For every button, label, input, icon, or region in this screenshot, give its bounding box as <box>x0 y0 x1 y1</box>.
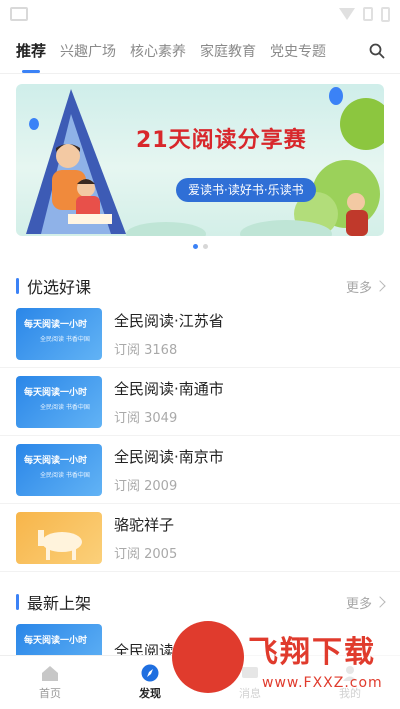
status-icons <box>339 6 390 22</box>
more-label: 更多 <box>345 280 372 296</box>
banner-subtitle: 爱读书·读好书·乐读书 <box>176 178 316 202</box>
course-title: 全民阅读·江苏省 <box>114 311 224 330</box>
nav-home[interactable]: 首页 <box>0 656 100 709</box>
tab-recommend[interactable]: 推荐 <box>16 40 46 73</box>
course-thumbnail <box>16 511 102 564</box>
tab-party-history[interactable]: 党史专题 <box>270 41 326 61</box>
chevron-right-icon <box>374 280 386 292</box>
course-item[interactable]: 每天阅读一小时 全民阅读 书香中国 全民阅读·江苏省 订阅 3168 <box>0 300 400 368</box>
featured-section-title: 优选好课 <box>16 274 91 298</box>
thumbnail-subtitle: 全民阅读 书香中国 <box>40 403 90 411</box>
status-bar <box>0 0 400 28</box>
notification-icon <box>10 7 28 21</box>
compass-icon <box>141 664 159 682</box>
latest-section-title: 最新上架 <box>16 590 91 614</box>
signal-icon <box>363 7 373 21</box>
banner-illustration <box>26 87 384 236</box>
section-accent-bar <box>16 594 19 610</box>
search-icon[interactable] <box>368 42 386 60</box>
carousel-dot-active <box>192 244 198 249</box>
thumbnail-title: 每天阅读一小时 <box>24 455 88 466</box>
featured-more-link[interactable]: 更多 <box>345 277 386 296</box>
course-item[interactable]: 每天阅读一小时 全民阅读 书香中国 全民阅读·南通市 订阅 3049 <box>0 368 400 436</box>
course-title: 全民阅读·南京市 <box>114 447 224 466</box>
category-tabs: 推荐 兴趣广场 核心素养 家庭教育 党史专题 <box>0 28 400 74</box>
battery-icon <box>381 6 390 22</box>
course-subscriptions: 订阅 2005 <box>114 546 178 562</box>
course-subscriptions: 订阅 3168 <box>114 342 178 358</box>
promo-banner[interactable]: 21天阅读分享赛 爱读书·读好书·乐读书 <box>16 84 384 236</box>
thumbnail-subtitle: 全民阅读 书香中国 <box>40 335 90 343</box>
watermark: 飞翔下载 www.FXXZ.com <box>172 613 400 709</box>
thumbnail-title: 每天阅读一小时 <box>24 319 88 330</box>
course-item[interactable]: 每天阅读一小时 全民阅读 书香中国 全民阅读·南京市 订阅 2009 <box>0 436 400 504</box>
thumbnail-title: 每天阅读一小时 <box>24 636 88 646</box>
wifi-icon <box>339 8 355 20</box>
course-thumbnail: 每天阅读一小时 全民阅读 书香中国 <box>16 443 102 496</box>
tab-core-literacy[interactable]: 核心素养 <box>130 41 186 61</box>
nav-label: 发现 <box>139 687 161 700</box>
course-title: 骆驼祥子 <box>114 515 175 534</box>
carousel-indicator <box>0 244 400 250</box>
thumbnail-subtitle: 全民阅读 书香中国 <box>40 471 90 479</box>
featured-section-header: 优选好课 更多 <box>0 272 400 300</box>
course-title: 全民阅读·南通市 <box>114 379 224 398</box>
tab-interest-square[interactable]: 兴趣广场 <box>60 41 116 61</box>
thumbnail-title: 每天阅读一小时 <box>24 387 88 398</box>
chevron-right-icon <box>374 596 386 608</box>
section-title-text: 最新上架 <box>27 594 92 613</box>
watermark-logo-icon <box>172 621 244 693</box>
course-thumbnail: 每天阅读一小时 全民阅读 书香中国 <box>16 375 102 428</box>
course-item[interactable]: 骆驼祥子 订阅 2005 <box>0 504 400 572</box>
tab-family-education[interactable]: 家庭教育 <box>200 41 256 61</box>
latest-more-link[interactable]: 更多 <box>345 593 386 612</box>
camel-illustration <box>38 529 82 560</box>
banner-title: 21天阅读分享赛 <box>136 128 307 153</box>
course-subscriptions: 订阅 2009 <box>114 478 178 494</box>
watermark-text: 飞翔下载 <box>248 635 376 670</box>
course-subscriptions: 订阅 3049 <box>114 410 178 426</box>
carousel-dot <box>202 244 208 249</box>
more-label: 更多 <box>345 596 372 612</box>
course-thumbnail: 每天阅读一小时 全民阅读 书香中国 <box>16 307 102 360</box>
nav-label: 首页 <box>39 687 61 700</box>
latest-section-header: 最新上架 更多 <box>0 588 400 616</box>
home-icon <box>42 666 58 681</box>
section-title-text: 优选好课 <box>27 278 92 297</box>
watermark-url: www.FXXZ.com <box>262 675 383 691</box>
section-accent-bar <box>16 278 19 294</box>
